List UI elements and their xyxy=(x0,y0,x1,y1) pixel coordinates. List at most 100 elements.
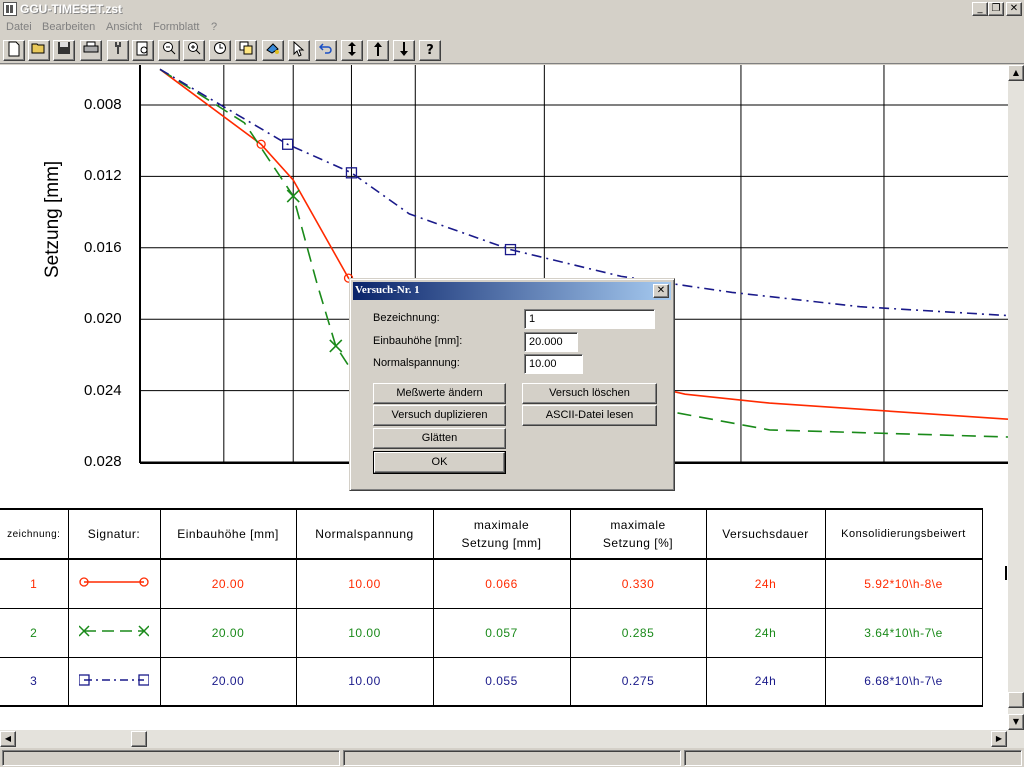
col-header-max-setzung-pct: maximale Setzung [%] xyxy=(569,508,707,560)
move-vertical-icon[interactable] xyxy=(341,40,363,61)
cell-signatur xyxy=(67,558,161,609)
cell-normalspannung: 10.00 xyxy=(295,558,434,609)
cursor-mark xyxy=(1005,566,1007,580)
status-pane-2 xyxy=(343,750,681,766)
dialog-title: Versuch-Nr. 1 xyxy=(355,284,420,296)
vertical-scrollbar[interactable]: ▲ ▼ xyxy=(1008,65,1024,730)
undo-icon[interactable] xyxy=(315,40,337,61)
header-text: maximale Setzung [mm] xyxy=(461,518,542,550)
ok-button[interactable]: OK xyxy=(373,451,506,474)
signature-icon xyxy=(78,674,150,686)
col-header-max-setzung-mm: maximale Setzung [mm] xyxy=(432,508,571,560)
col-header-einbauhoehe: Einbauhöhe [mm] xyxy=(159,508,297,560)
cell-konsolidierung: 5.92*10\h-8\e xyxy=(824,558,983,609)
cell-einbauhoehe: 20.00 xyxy=(159,558,297,609)
y-tick-label: 0.008 xyxy=(84,96,122,113)
print-icon[interactable] xyxy=(80,40,102,61)
cell-versuchsdauer: 24h xyxy=(705,607,826,658)
status-pane-1 xyxy=(2,750,340,766)
cell-max-setzung-pct: 0.330 xyxy=(569,558,707,609)
y-tick-label: 0.028 xyxy=(84,453,122,470)
cell-bezeichnung: 1 xyxy=(0,558,69,609)
y-tick-label: 0.020 xyxy=(84,310,122,328)
status-pane-3 xyxy=(684,750,1022,766)
scroll-up-icon[interactable]: ▲ xyxy=(1008,65,1024,81)
data-point-marker xyxy=(329,339,343,353)
new-file-icon[interactable] xyxy=(3,40,25,61)
clock-icon[interactable] xyxy=(209,40,231,61)
cell-normalspannung: 10.00 xyxy=(295,656,434,707)
restore-button[interactable]: ❐ xyxy=(988,2,1004,16)
table-row[interactable]: 3 20.00 10.00 0.055 0.275 24h 6.68*10\h-7\e xyxy=(0,656,983,707)
pointer-icon[interactable] xyxy=(288,40,310,61)
einbauhoehe-input[interactable] xyxy=(524,332,578,352)
window-title: GGU-TIMESET.zst xyxy=(20,2,123,16)
dialog-title-bar[interactable]: Versuch-Nr. 1 ✕ xyxy=(353,282,671,300)
versuch-dialog: Versuch-Nr. 1 ✕ Bezeichnung: Einbauhöhe … xyxy=(349,278,675,491)
cell-max-setzung-pct: 0.285 xyxy=(569,607,707,658)
scroll-right-icon[interactable]: ▶ xyxy=(991,731,1007,747)
table-header-row: zeichnung: Signatur: Einbauhöhe [mm] Nor… xyxy=(0,508,983,560)
open-folder-icon[interactable] xyxy=(28,40,50,61)
normalspannung-input[interactable] xyxy=(524,354,583,374)
cell-bezeichnung: 2 xyxy=(0,607,69,658)
cell-max-setzung-pct: 0.275 xyxy=(569,656,707,707)
y-tick-label: 0.024 xyxy=(84,381,122,399)
col-header-konsolidierung: Konsolidierungsbeiwert xyxy=(824,508,983,560)
ascii-datei-lesen-button[interactable]: ASCII-Datei lesen xyxy=(522,405,657,426)
minimize-button[interactable]: _ xyxy=(972,2,988,16)
cell-einbauhoehe: 20.00 xyxy=(159,656,297,707)
scroll-left-icon[interactable]: ◀ xyxy=(0,731,16,747)
title-bar: GGU-TIMESET.zst _ ❐ ✕ xyxy=(0,0,1024,19)
col-header-bezeichnung: zeichnung: xyxy=(0,508,69,560)
app-icon[interactable] xyxy=(3,2,17,16)
help-icon[interactable]: ? xyxy=(419,40,441,61)
messwerte-aendern-button[interactable]: Meßwerte ändern xyxy=(373,383,506,404)
zoom-out-icon[interactable] xyxy=(158,40,180,61)
menu-bearbeiten[interactable]: Bearbeiten xyxy=(42,21,95,33)
tools-icon[interactable] xyxy=(107,40,129,61)
arrow-up-icon[interactable] xyxy=(367,40,389,61)
glaetten-button[interactable]: Glätten xyxy=(373,428,506,449)
arrow-down-icon[interactable] xyxy=(393,40,415,61)
signature-icon xyxy=(79,577,149,587)
status-bar xyxy=(0,748,1024,767)
cell-signatur xyxy=(67,607,161,658)
bezeichnung-input[interactable] xyxy=(524,309,655,329)
versuch-loeschen-button[interactable]: Versuch löschen xyxy=(522,383,657,404)
normalspannung-label: Normalspannung: xyxy=(373,357,460,369)
col-header-versuchsdauer: Versuchsdauer xyxy=(705,508,826,560)
versuch-duplizieren-button[interactable]: Versuch duplizieren xyxy=(373,405,506,426)
paint-icon[interactable] xyxy=(262,40,284,61)
horizontal-scroll-thumb[interactable] xyxy=(131,731,147,747)
menu-help[interactable]: ? xyxy=(211,21,217,33)
table-row[interactable]: 1 20.00 10.00 0.066 0.330 24h 5.92*10\h-8\e xyxy=(0,558,983,609)
cell-signatur xyxy=(67,656,161,707)
menu-bar: Datei Bearbeiten Ansicht Formblatt ? xyxy=(0,19,1024,37)
close-button[interactable]: ✕ xyxy=(1006,2,1022,16)
zoom-page-icon[interactable] xyxy=(132,40,154,61)
cell-max-setzung-mm: 0.066 xyxy=(432,558,571,609)
y-axis-title: Setzung [mm] xyxy=(42,160,63,278)
cell-versuchsdauer: 24h xyxy=(705,656,826,707)
scroll-down-icon[interactable]: ▼ xyxy=(1008,714,1024,730)
copy-icon[interactable] xyxy=(235,40,257,61)
bezeichnung-label: Bezeichnung: xyxy=(373,312,440,324)
header-text: maximale Setzung [%] xyxy=(602,518,674,550)
cell-konsolidierung: 3.64*10\h-7\e xyxy=(824,607,983,658)
table-row[interactable]: 2 20.00 10.00 0.057 0.285 24h 3.64*10\h-7\e xyxy=(0,607,983,658)
zoom-in-icon[interactable] xyxy=(183,40,205,61)
y-tick-label: 0.016 xyxy=(84,238,122,256)
col-header-signatur: Signatur: xyxy=(67,508,161,560)
menu-ansicht[interactable]: Ansicht xyxy=(106,21,142,33)
signature-icon xyxy=(78,625,150,637)
cell-konsolidierung: 6.68*10\h-7\e xyxy=(824,656,983,707)
dialog-close-button[interactable]: ✕ xyxy=(653,284,669,298)
menu-datei[interactable]: Datei xyxy=(6,21,32,33)
save-icon[interactable] xyxy=(53,40,75,61)
vertical-scroll-thumb[interactable] xyxy=(1008,692,1024,708)
einbauhoehe-label: Einbauhöhe [mm]: xyxy=(373,335,463,347)
y-tick-label: 0.012 xyxy=(84,167,122,185)
horizontal-scrollbar[interactable]: ◀ ▶ xyxy=(0,730,1024,748)
menu-formblatt[interactable]: Formblatt xyxy=(153,21,199,33)
